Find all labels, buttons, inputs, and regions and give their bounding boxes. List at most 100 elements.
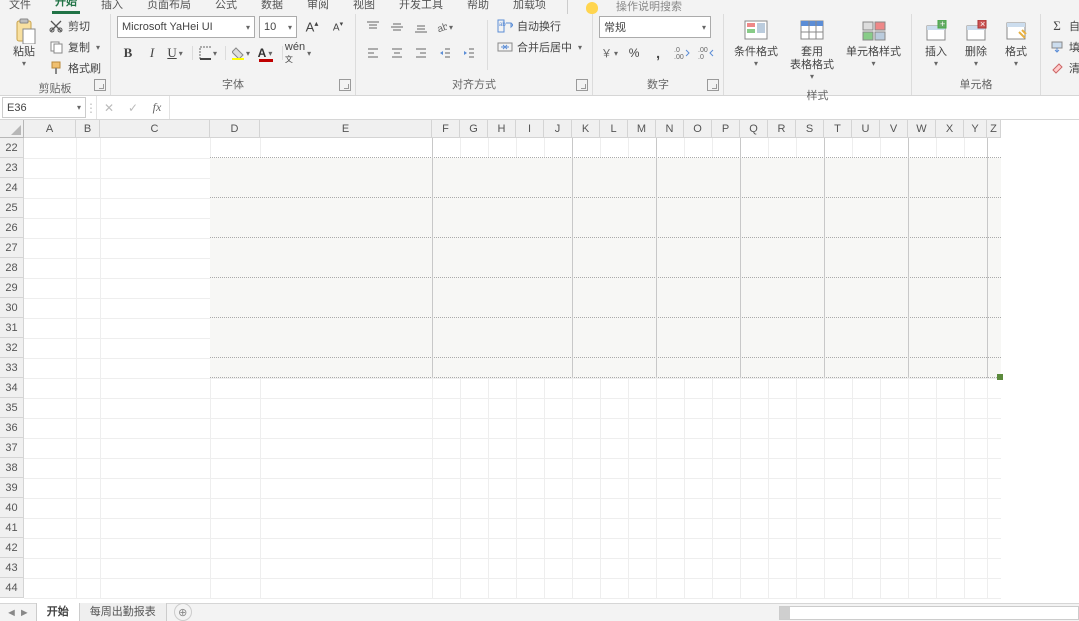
conditional-format-button[interactable]: 条件格式▾ (730, 16, 782, 72)
insert-cells-button[interactable]: + 插入▾ (918, 16, 954, 72)
horizontal-scrollbar[interactable] (779, 606, 1079, 620)
font-launcher[interactable] (339, 79, 351, 91)
align-bottom-button[interactable] (410, 16, 432, 38)
autosum-button[interactable]: Σ自动求和▾ (1047, 16, 1079, 36)
paste-button[interactable]: 粘贴 ▾ (6, 16, 42, 72)
worksheet-grid[interactable]: ABCDEFGHIJKLMNOPQRSTUVWXYZ22232425262728… (0, 120, 1079, 603)
col-head[interactable]: A (24, 120, 76, 138)
fill-color-button[interactable]: ▾ (231, 42, 253, 64)
row-head[interactable]: 41 (0, 518, 24, 538)
col-head[interactable]: E (260, 120, 432, 138)
menu-tab-view[interactable]: 视图 (350, 0, 378, 14)
menu-tab-insert[interactable]: 插入 (98, 0, 126, 14)
font-color-button[interactable]: A▾ (255, 42, 277, 64)
row-head[interactable]: 33 (0, 358, 24, 378)
row-head[interactable]: 43 (0, 558, 24, 578)
menu-tab-file[interactable]: 文件 (6, 0, 34, 14)
col-head[interactable]: H (488, 120, 516, 138)
number-format-combo[interactable]: 常规▾ (599, 16, 711, 38)
menu-tab-review[interactable]: 审阅 (304, 0, 332, 14)
increase-font-button[interactable]: A▴ (301, 16, 323, 38)
border-button[interactable]: ▾ (198, 42, 220, 64)
cancel-formula-button[interactable]: ✕ (97, 96, 121, 119)
italic-button[interactable]: I (141, 42, 163, 64)
col-head[interactable]: M (628, 120, 656, 138)
decrease-decimal-button[interactable]: .00.0 (695, 42, 717, 64)
col-head[interactable]: J (544, 120, 572, 138)
col-head[interactable]: B (76, 120, 100, 138)
align-center-button[interactable] (386, 42, 408, 64)
namebox-resize-handle[interactable]: ⋮ (86, 96, 96, 119)
phonetic-button[interactable]: wén文▾ (288, 42, 310, 64)
row-head[interactable]: 22 (0, 138, 24, 158)
sheet-tab-1[interactable]: 每周出勤报表 (79, 600, 167, 621)
menu-tab-addin[interactable]: 加载项 (510, 0, 549, 14)
decrease-indent-button[interactable] (434, 42, 456, 64)
row-head[interactable]: 36 (0, 418, 24, 438)
cut-button[interactable]: 剪切 (46, 16, 104, 36)
font-name-combo[interactable]: Microsoft YaHei UI▾ (117, 16, 255, 38)
add-sheet-button[interactable]: ⊕ (174, 603, 192, 621)
row-head[interactable]: 44 (0, 578, 24, 598)
align-top-button[interactable] (362, 16, 384, 38)
align-launcher[interactable] (576, 79, 588, 91)
col-head[interactable]: G (460, 120, 488, 138)
menu-tab-home[interactable]: 开始 (52, 0, 80, 14)
col-head[interactable]: L (600, 120, 628, 138)
insert-function-button[interactable]: fx (145, 96, 169, 119)
row-head[interactable]: 27 (0, 238, 24, 258)
col-head[interactable]: C (100, 120, 210, 138)
row-head[interactable]: 25 (0, 198, 24, 218)
col-head[interactable]: Y (964, 120, 987, 138)
col-head[interactable]: Q (740, 120, 768, 138)
col-head[interactable]: V (880, 120, 908, 138)
formula-input[interactable] (170, 96, 1079, 119)
cells-area[interactable] (24, 138, 1001, 598)
clipboard-launcher[interactable] (94, 79, 106, 91)
menu-tab-help[interactable]: 帮助 (464, 0, 492, 14)
col-head[interactable]: X (936, 120, 964, 138)
increase-indent-button[interactable] (458, 42, 480, 64)
col-head[interactable]: W (908, 120, 936, 138)
row-head[interactable]: 29 (0, 278, 24, 298)
col-head[interactable]: N (656, 120, 684, 138)
col-head[interactable]: O (684, 120, 712, 138)
clear-button[interactable]: 清除▾ (1047, 58, 1079, 78)
tell-me-search[interactable]: 操作说明搜索 (616, 0, 682, 14)
col-head[interactable]: I (516, 120, 544, 138)
sheet-nav-next[interactable]: ► (19, 607, 30, 619)
col-head[interactable]: S (796, 120, 824, 138)
col-head[interactable]: Z (987, 120, 1001, 138)
format-cells-button[interactable]: 格式▾ (998, 16, 1034, 72)
col-head[interactable]: P (712, 120, 740, 138)
col-head[interactable]: T (824, 120, 852, 138)
wrap-text-button[interactable]: ab 自动换行 (495, 16, 586, 36)
decrease-font-button[interactable]: A▾ (327, 16, 349, 38)
row-head[interactable]: 23 (0, 158, 24, 178)
row-head[interactable]: 28 (0, 258, 24, 278)
accounting-format-button[interactable]: ￥▾ (599, 42, 621, 64)
row-head[interactable]: 37 (0, 438, 24, 458)
align-right-button[interactable] (410, 42, 432, 64)
select-all-corner[interactable] (0, 120, 24, 138)
row-head[interactable]: 30 (0, 298, 24, 318)
row-head[interactable]: 38 (0, 458, 24, 478)
format-as-table-button[interactable]: 套用 表格格式▾ (786, 16, 838, 85)
col-head[interactable]: F (432, 120, 460, 138)
menu-tab-formulas[interactable]: 公式 (212, 0, 240, 14)
row-head[interactable]: 42 (0, 538, 24, 558)
format-painter-button[interactable]: 格式刷 (46, 58, 104, 78)
row-head[interactable]: 35 (0, 398, 24, 418)
name-box[interactable]: E36 ▾ (2, 97, 86, 118)
enter-formula-button[interactable]: ✓ (121, 96, 145, 119)
sheet-nav[interactable]: ◄► (0, 607, 36, 619)
fill-handle[interactable] (997, 374, 1003, 380)
col-head[interactable]: R (768, 120, 796, 138)
comma-button[interactable]: , (647, 42, 669, 64)
cell-styles-button[interactable]: 单元格样式▾ (842, 16, 905, 72)
col-head[interactable]: U (852, 120, 880, 138)
menu-tab-dev[interactable]: 开发工具 (396, 0, 446, 14)
menu-tab-layout[interactable]: 页面布局 (144, 0, 194, 14)
menu-tab-data[interactable]: 数据 (258, 0, 286, 14)
align-left-button[interactable] (362, 42, 384, 64)
